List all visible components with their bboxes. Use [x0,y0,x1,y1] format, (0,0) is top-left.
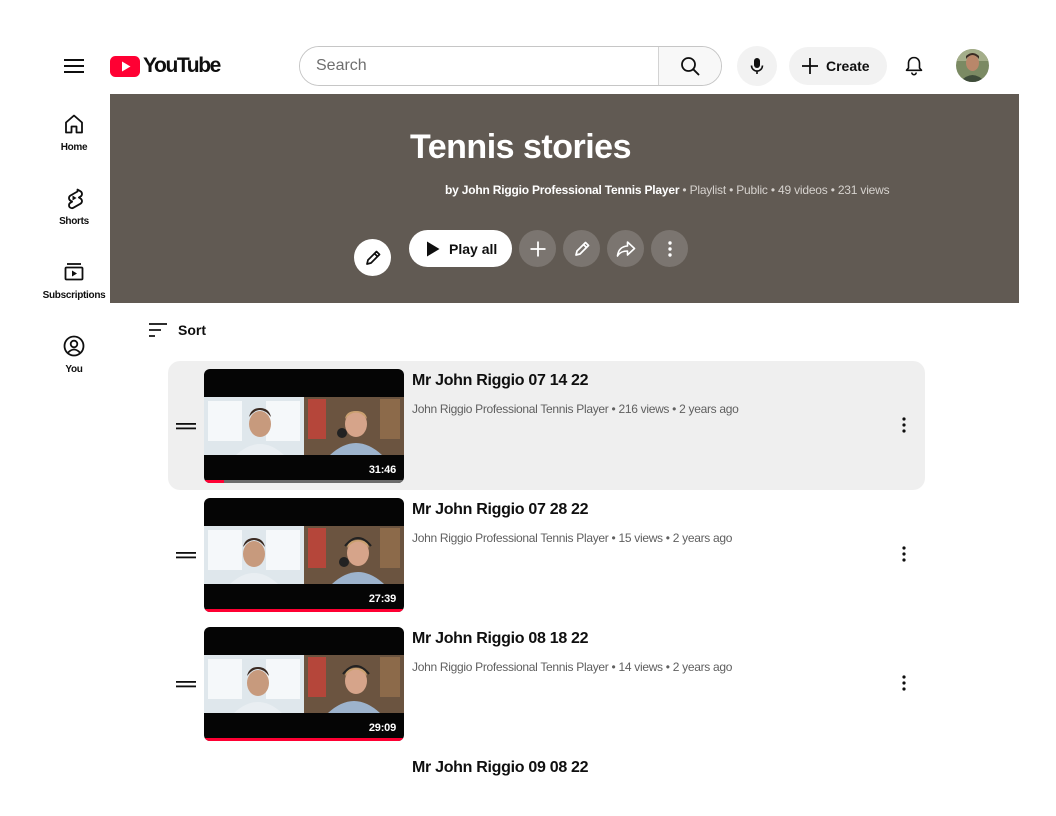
avatar-photo-icon [956,49,989,82]
hamburger-menu-button[interactable] [60,52,88,80]
youtube-logo[interactable]: YouTube [110,53,221,79]
more-vert-icon [902,675,906,691]
playlist-details: • Playlist • Public • 49 videos • 231 vi… [679,183,890,197]
nav-label-subscriptions: Subscriptions [42,290,106,301]
top-bar: YouTube Create [0,0,1056,94]
plus-icon [802,58,818,74]
watch-progress-track [204,609,404,612]
sort-label: Sort [178,322,206,338]
video-stats: • 15 views • 2 years ago [608,531,733,545]
search-button[interactable] [658,47,721,85]
nav-item-subscriptions[interactable]: Subscriptions [40,260,108,301]
playlist-metadata: by John Riggio Professional Tennis Playe… [445,183,890,197]
video-metadata: John Riggio Professional Tennis Player •… [412,402,739,416]
nav-label-you: You [65,364,83,375]
playlist-header: Tennis stories by John Riggio Profession… [110,94,1019,303]
watch-progress-bar [204,609,404,612]
playlist-video-row[interactable]: 27:39 Mr John Riggio 07 28 22 John Riggi… [168,490,925,619]
channel-name-link[interactable]: John Riggio Professional Tennis Player [412,531,609,545]
playlist-video-row[interactable]: Mr John Riggio 09 08 22 [168,748,925,816]
play-icon [427,241,440,256]
watch-progress-track [204,480,404,483]
channel-name-link[interactable]: John Riggio Professional Tennis Player [412,402,609,416]
drag-handle-icon[interactable] [176,545,196,565]
pencil-icon [574,241,589,256]
video-title[interactable]: Mr John Riggio 07 28 22 [412,501,589,519]
video-thumbnail[interactable]: 27:39 [204,498,404,612]
menu-icon [64,59,84,73]
add-videos-button[interactable] [519,230,556,267]
nav-item-you[interactable]: You [40,334,108,375]
more-vert-icon [902,417,906,433]
drag-handle-icon[interactable] [176,674,196,694]
playlist-video-row[interactable]: 29:09 Mr John Riggio 08 18 22 John Riggi… [168,619,925,748]
search-input[interactable] [300,47,658,85]
nav-item-home[interactable]: Home [40,112,108,153]
sort-icon [149,323,167,337]
account-avatar[interactable] [956,49,989,82]
video-thumbnail[interactable]: 31:46 [204,369,404,483]
sort-button[interactable]: Sort [147,318,206,342]
video-title[interactable]: Mr John Riggio 08 18 22 [412,630,589,648]
video-duration: 27:39 [368,593,396,605]
youtube-play-logo-icon [110,55,140,77]
video-menu-button[interactable] [894,413,914,437]
video-menu-button[interactable] [894,542,914,566]
share-playlist-button[interactable] [607,230,644,267]
edit-playlist-thumbnail-button[interactable] [354,239,391,276]
watch-progress-track [204,738,404,741]
watch-progress-bar [204,738,404,741]
microphone-icon [750,58,764,74]
playlist-title: Tennis stories [410,128,632,166]
home-icon [65,114,83,134]
shorts-icon [68,188,83,210]
drag-handle-icon[interactable] [176,416,196,436]
bell-icon [905,56,923,76]
video-duration: 29:09 [368,722,396,734]
playlist-owner-link[interactable]: by John Riggio Professional Tennis Playe… [445,183,679,197]
video-title[interactable]: Mr John Riggio 09 08 22 [412,759,589,777]
voice-search-button[interactable] [737,46,777,86]
play-all-button[interactable]: Play all [409,230,512,267]
channel-name-link[interactable]: John Riggio Professional Tennis Player [412,660,609,674]
plus-icon [530,241,545,256]
video-menu-button[interactable] [894,671,914,695]
watch-progress-bar [204,480,224,483]
nav-item-shorts[interactable]: Shorts [40,186,108,227]
video-title[interactable]: Mr John Riggio 07 14 22 [412,372,589,390]
more-actions-button[interactable] [651,230,688,267]
nav-label-shorts: Shorts [59,216,89,227]
play-all-label: Play all [449,240,498,257]
youtube-wordmark: YouTube [143,54,221,77]
create-label: Create [826,58,870,74]
nav-label-home: Home [60,142,88,153]
search-bar [299,46,722,86]
pencil-icon [365,250,380,265]
subscriptions-icon [64,263,84,281]
video-stats: • 14 views • 2 years ago [608,660,733,674]
video-thumbnail[interactable]: 29:09 [204,627,404,741]
video-metadata: John Riggio Professional Tennis Player •… [412,531,732,545]
more-vert-icon [667,240,672,257]
edit-playlist-button[interactable] [563,230,600,267]
video-duration: 31:46 [368,464,396,476]
you-icon [63,335,85,357]
share-icon [616,240,635,257]
search-icon [681,57,700,76]
more-vert-icon [902,546,906,562]
video-stats: • 216 views • 2 years ago [608,402,739,416]
video-metadata: John Riggio Professional Tennis Player •… [412,660,732,674]
playlist-video-row[interactable]: 31:46 Mr John Riggio 07 14 22 John Riggi… [168,361,925,490]
notifications-button[interactable] [898,50,930,82]
create-button[interactable]: Create [789,47,887,85]
